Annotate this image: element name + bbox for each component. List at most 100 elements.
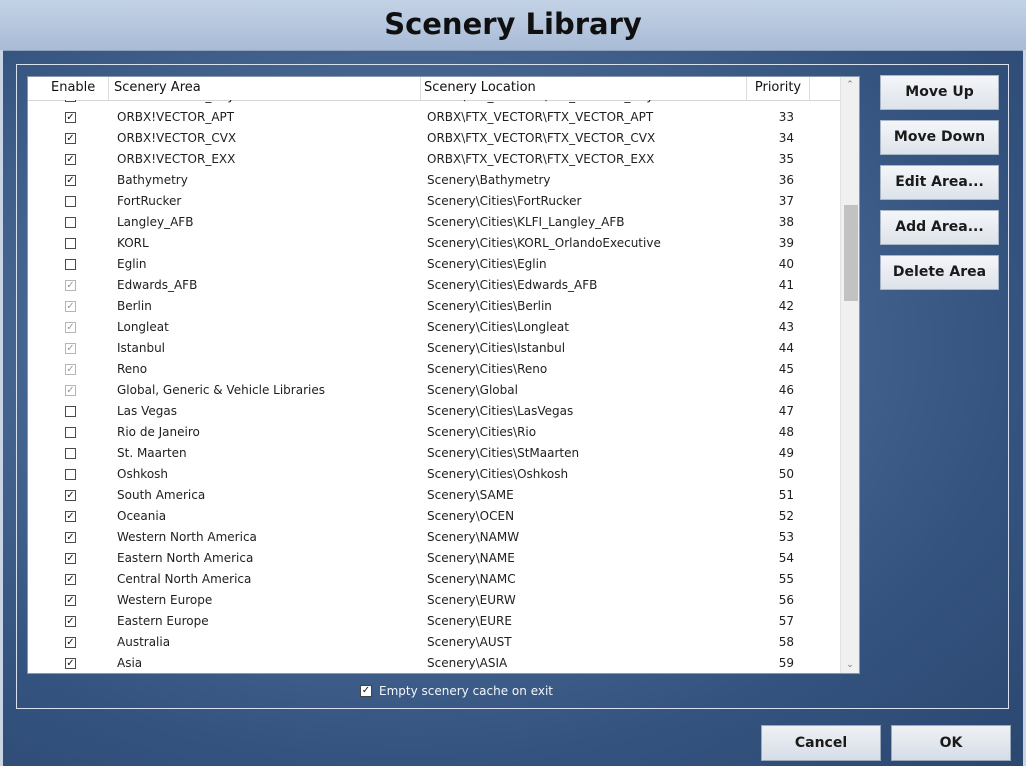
priority-cell: 45 bbox=[778, 362, 794, 376]
move-up-button[interactable]: Move Up bbox=[880, 75, 999, 110]
table-row[interactable]: ✓ Longleat Scenery\Cities\Longleat 43 bbox=[28, 318, 840, 339]
enable-checkbox[interactable] bbox=[65, 469, 76, 480]
table-row[interactable]: ✓ Berlin Scenery\Cities\Berlin 42 bbox=[28, 297, 840, 318]
enable-checkbox[interactable]: ✓ bbox=[65, 175, 76, 186]
column-header-priority[interactable]: Priority bbox=[746, 77, 810, 100]
table-row[interactable]: ✓ Oceania Scenery\OCEN 52 bbox=[28, 507, 840, 528]
enable-checkbox[interactable]: ✓ bbox=[65, 532, 76, 543]
table-row[interactable]: ✓ ORBX!VECTOR_APT ORBX\FTX_VECTOR\FTX_VECT… bbox=[28, 108, 840, 129]
enable-checkbox[interactable] bbox=[65, 217, 76, 228]
column-header-location[interactable]: Scenery Location bbox=[420, 77, 744, 100]
enable-checkbox[interactable]: ✓ bbox=[65, 553, 76, 564]
scenery-area-cell: South America bbox=[117, 488, 206, 502]
chevron-down-icon[interactable]: ⌄ bbox=[841, 657, 859, 673]
table-row[interactable]: FortRucker Scenery\Cities\FortRucker 37 bbox=[28, 192, 840, 213]
scenery-area-cell: Rio de Janeiro bbox=[117, 425, 200, 439]
enable-checkbox[interactable]: ✓ bbox=[65, 133, 76, 144]
table-row[interactable]: ✓ Western North America Scenery\NAMW 53 bbox=[28, 528, 840, 549]
priority-cell: 54 bbox=[778, 551, 794, 565]
enable-checkbox[interactable] bbox=[65, 427, 76, 438]
empty-cache-checkbox[interactable]: ✓ bbox=[360, 685, 372, 697]
enable-checkbox[interactable]: ✓ bbox=[65, 616, 76, 627]
table-row[interactable]: Rio de Janeiro Scenery\Cities\Rio 48 bbox=[28, 423, 840, 444]
enable-checkbox[interactable] bbox=[65, 406, 76, 417]
edit-area-button[interactable]: Edit Area... bbox=[880, 165, 999, 200]
enable-checkbox[interactable]: ✓ bbox=[65, 154, 76, 165]
table-row[interactable]: ✓ Istanbul Scenery\Cities\Istanbul 44 bbox=[28, 339, 840, 360]
table-row[interactable]: ✓ Eastern North America Scenery\NAME 54 bbox=[28, 549, 840, 570]
enable-checkbox[interactable]: ✓ bbox=[65, 637, 76, 648]
enable-checkbox[interactable]: ✓ bbox=[65, 112, 76, 123]
cancel-button[interactable]: Cancel bbox=[761, 725, 881, 761]
scenery-area-cell: ORBX!VECTOR_CVX bbox=[117, 131, 237, 145]
priority-cell: 39 bbox=[778, 236, 794, 250]
enable-checkbox[interactable]: ✓ bbox=[65, 100, 76, 102]
enable-checkbox[interactable]: ✓ bbox=[65, 301, 76, 312]
scenery-location-cell: Scenery\Cities\KORL_OrlandoExecutive bbox=[427, 236, 661, 250]
table-row[interactable]: Oshkosh Scenery\Cities\Oshkosh 50 bbox=[28, 465, 840, 486]
table-row[interactable]: Langley_AFB Scenery\Cities\KLFI_Langley_A… bbox=[28, 213, 840, 234]
priority-cell: 37 bbox=[778, 194, 794, 208]
add-area-button[interactable]: Add Area... bbox=[880, 210, 999, 245]
enable-checkbox[interactable]: ✓ bbox=[65, 490, 76, 501]
enable-checkbox[interactable]: ✓ bbox=[65, 658, 76, 669]
check-icon: ✓ bbox=[66, 133, 75, 144]
check-icon: ✓ bbox=[66, 574, 75, 585]
scenery-location-cell: ORBX\FTX_VECTOR\FTX_VECTOR_APT bbox=[427, 110, 654, 124]
table-row[interactable]: Las Vegas Scenery\Cities\LasVegas 47 bbox=[28, 402, 840, 423]
priority-cell: 53 bbox=[778, 530, 794, 544]
enable-checkbox[interactable]: ✓ bbox=[65, 364, 76, 375]
enable-checkbox[interactable]: ✓ bbox=[65, 574, 76, 585]
table-row[interactable]: ✓ ORBX!VECTOR_EXX ORBX\FTX_VECTOR\FTX_VECT… bbox=[28, 150, 840, 171]
enable-checkbox[interactable] bbox=[65, 238, 76, 249]
move-down-button[interactable]: Move Down bbox=[880, 120, 999, 155]
scenery-location-cell: Scenery\Cities\Reno bbox=[427, 362, 548, 376]
enable-checkbox[interactable]: ✓ bbox=[65, 343, 76, 354]
list-scrollbar[interactable]: ⌃ ⌄ bbox=[840, 77, 859, 673]
enable-checkbox[interactable]: ✓ bbox=[65, 511, 76, 522]
table-row[interactable]: ✓ Central North America Scenery\NAMC 55 bbox=[28, 570, 840, 591]
check-icon: ✓ bbox=[66, 616, 75, 627]
enable-checkbox[interactable]: ✓ bbox=[65, 322, 76, 333]
table-row[interactable]: St. Maarten Scenery\Cities\StMaarten 49 bbox=[28, 444, 840, 465]
table-row[interactable]: ✓ ORBX!VECTOR_CVX ORBX\FTX_VECTOR\FTX_VECT… bbox=[28, 129, 840, 150]
priority-cell: 58 bbox=[778, 635, 794, 649]
scenery-location-cell: Scenery\Cities\Edwards_AFB bbox=[427, 278, 598, 292]
table-row[interactable]: Eglin Scenery\Cities\Eglin 40 bbox=[28, 255, 840, 276]
scenery-location-cell: Scenery\NAMW bbox=[427, 530, 520, 544]
scrollbar-thumb[interactable] bbox=[844, 205, 858, 301]
scenery-location-cell: Scenery\AUST bbox=[427, 635, 512, 649]
enable-checkbox[interactable]: ✓ bbox=[65, 280, 76, 291]
table-row[interactable]: ✓ Western Europe Scenery\EURW 56 bbox=[28, 591, 840, 612]
scenery-location-cell: Scenery\EURE bbox=[427, 614, 512, 628]
enable-checkbox[interactable]: ✓ bbox=[65, 385, 76, 396]
chevron-up-icon[interactable]: ⌃ bbox=[841, 77, 859, 93]
delete-area-button[interactable]: Delete Area bbox=[880, 255, 999, 290]
table-row[interactable]: ✓ Global, Generic & Vehicle Libraries Scen… bbox=[28, 381, 840, 402]
scenery-location-cell: Scenery\Cities\StMaarten bbox=[427, 446, 580, 460]
scenery-area-cell: ORBX!VECTOR_OBJ bbox=[117, 100, 233, 103]
table-row[interactable]: ✓ Eastern Europe Scenery\EURE 57 bbox=[28, 612, 840, 633]
enable-checkbox[interactable] bbox=[65, 196, 76, 207]
priority-cell: 33 bbox=[778, 110, 794, 124]
table-row[interactable]: ✓ Asia Scenery\ASIA 59 bbox=[28, 654, 840, 673]
table-row[interactable]: ✓ ORBX!VECTOR_OBJ ORBX\FTX_VECTOR\FTX_VECT… bbox=[28, 100, 840, 108]
enable-checkbox[interactable]: ✓ bbox=[65, 595, 76, 606]
table-row[interactable]: ✓ South America Scenery\SAME 51 bbox=[28, 486, 840, 507]
table-row[interactable]: ✓ Edwards_AFB Scenery\Cities\Edwards_AFB 41 bbox=[28, 276, 840, 297]
table-row[interactable]: ✓ Reno Scenery\Cities\Reno 45 bbox=[28, 360, 840, 381]
scenery-list[interactable]: Enable Scenery Area Scenery Location Pri… bbox=[27, 76, 860, 674]
table-row[interactable]: KORL Scenery\Cities\KORL_OrlandoExecutive… bbox=[28, 234, 840, 255]
priority-cell: 59 bbox=[778, 656, 794, 670]
enable-checkbox[interactable] bbox=[65, 259, 76, 270]
table-row[interactable]: ✓ Australia Scenery\AUST 58 bbox=[28, 633, 840, 654]
check-icon: ✓ bbox=[66, 175, 75, 186]
ok-button[interactable]: OK bbox=[891, 725, 1011, 761]
column-header-enable[interactable]: Enable bbox=[51, 77, 95, 100]
check-icon: ✓ bbox=[66, 343, 75, 354]
list-rows: ✓ ORBX!VECTOR_OBJ ORBX\FTX_VECTOR\FTX_VECT… bbox=[28, 100, 840, 673]
scenery-area-cell: Oceania bbox=[117, 509, 167, 523]
enable-checkbox[interactable] bbox=[65, 448, 76, 459]
table-row[interactable]: ✓ Bathymetry Scenery\Bathymetry 36 bbox=[28, 171, 840, 192]
column-header-area[interactable]: Scenery Area bbox=[108, 77, 418, 100]
